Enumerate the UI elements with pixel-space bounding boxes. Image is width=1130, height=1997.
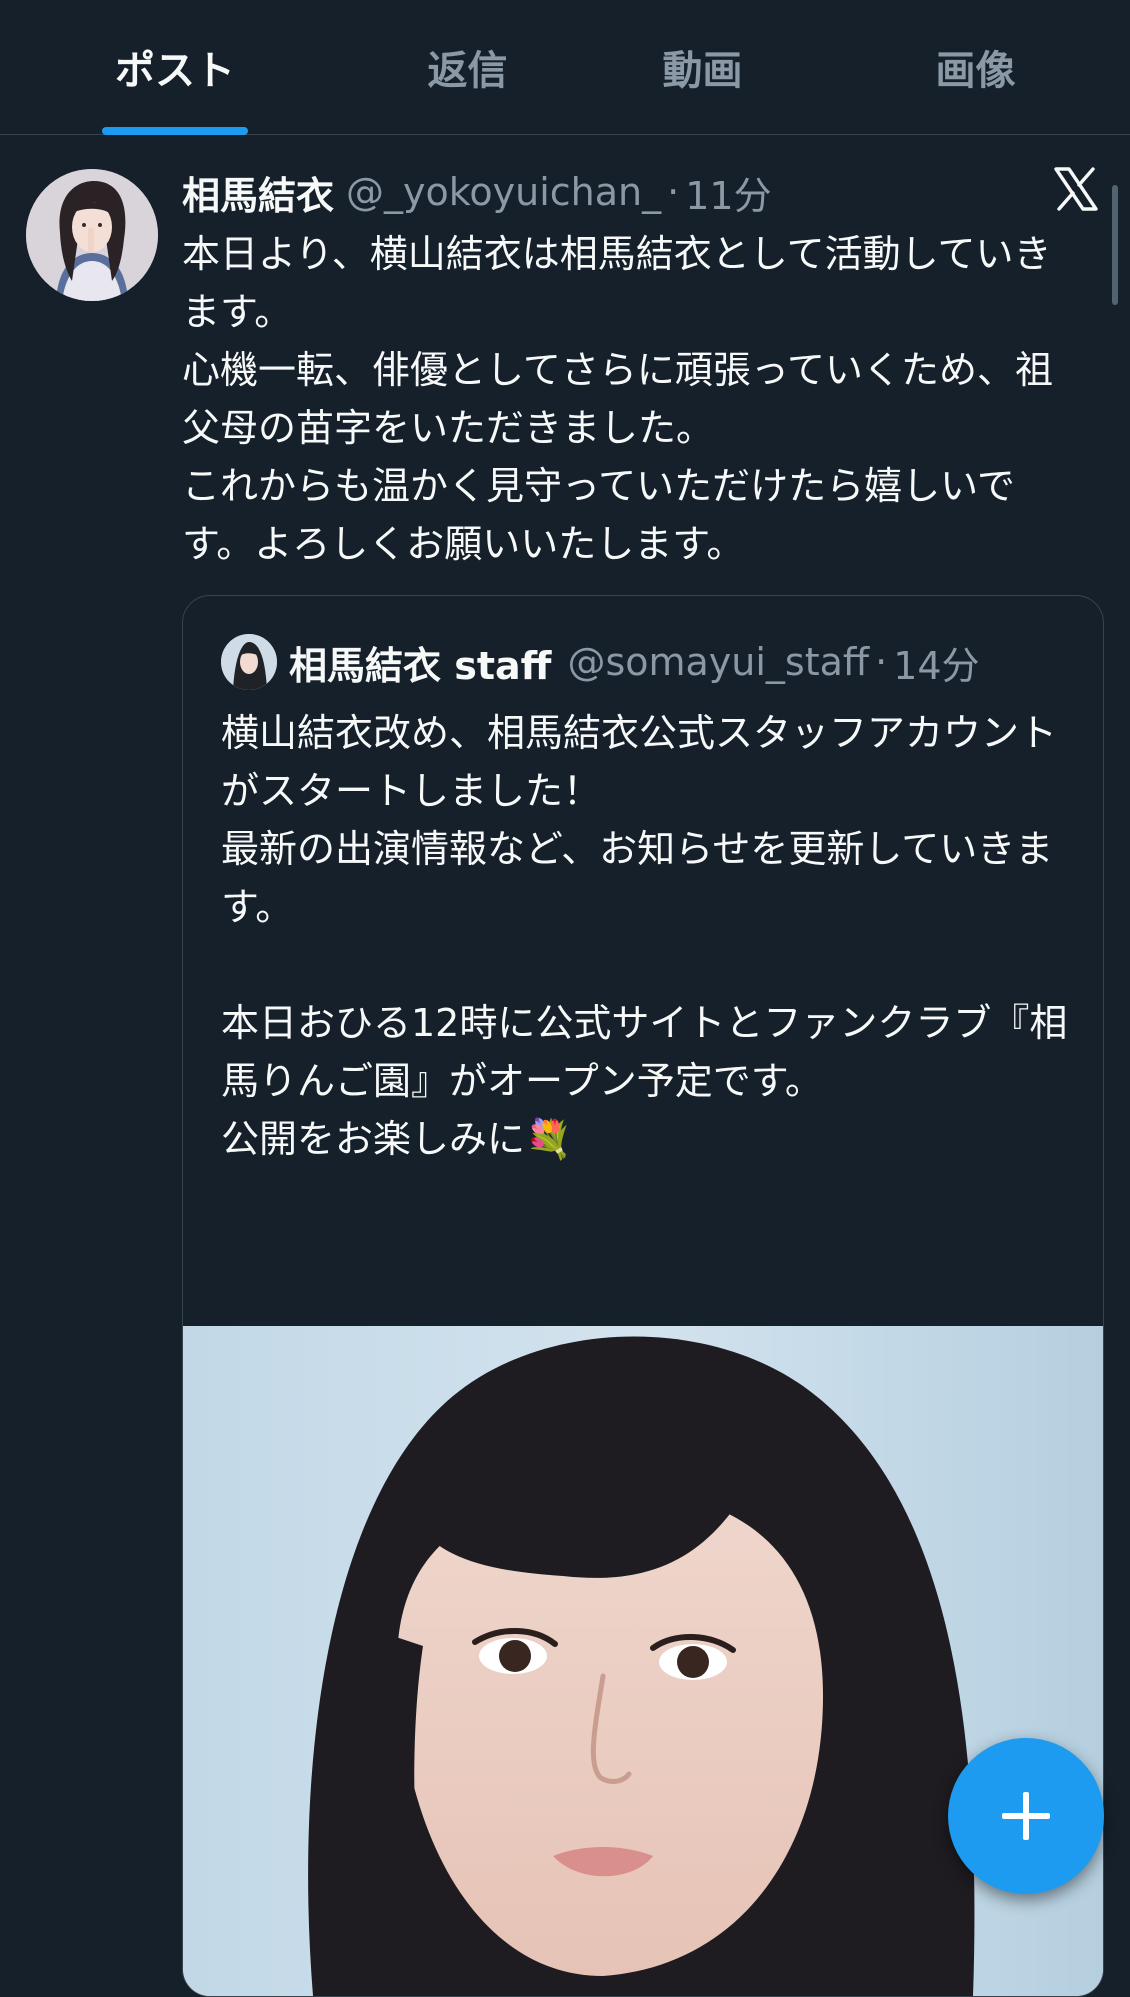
post[interactable]: 相馬結衣 @_yokoyuichan_ · 11分 本日より、横山結衣は相馬結衣… — [0, 135, 1130, 1997]
quoted-post-text: 横山結衣改め、相馬結衣公式スタッフアカウントがスタートしました！ 最新の出演情報… — [221, 711, 1068, 1161]
tab-videos[interactable]: 動画 — [595, 0, 810, 134]
tab-images-label: 画像 — [935, 48, 1016, 94]
portrait-photo — [183, 1326, 1103, 1996]
post-time[interactable]: 11分 — [685, 165, 771, 220]
profile-tab-bar: ポスト 返信 動画 画像 — [0, 0, 1130, 135]
quoted-post-image[interactable] — [183, 1326, 1103, 1996]
plus-icon — [1002, 1792, 1050, 1840]
quoted-separator-dot: · — [875, 640, 888, 684]
tab-posts-label: ポスト — [115, 48, 235, 94]
tab-replies-label: 返信 — [427, 48, 508, 94]
x-logo-icon — [1054, 167, 1098, 211]
tab-images[interactable]: 画像 — [868, 0, 1083, 134]
quoted-profile-photo — [221, 634, 277, 690]
compose-button[interactable] — [948, 1738, 1104, 1894]
quoted-post-time[interactable]: 14分 — [893, 635, 979, 690]
avatar[interactable] — [26, 169, 158, 301]
profile-photo — [26, 169, 158, 301]
post-text: 本日より、横山結衣は相馬結衣として活動していきます。 心機一転、俳優としてさらに… — [182, 232, 1053, 566]
quoted-avatar[interactable] — [221, 634, 277, 690]
tab-posts[interactable]: ポスト — [60, 0, 290, 135]
user-handle[interactable]: @_yokoyuichan_ — [346, 170, 661, 214]
active-tab-indicator — [102, 127, 248, 135]
quoted-user-handle[interactable]: @somayui_staff — [567, 640, 869, 684]
display-name[interactable]: 相馬結衣 — [182, 165, 334, 220]
post-header: 相馬結衣 @_yokoyuichan_ · 11分 — [182, 163, 772, 221]
quoted-display-name[interactable]: 相馬結衣 staff — [289, 635, 551, 690]
tab-replies[interactable]: 返信 — [360, 0, 575, 134]
quoted-post-header: 相馬結衣 staff @somayui_staff · 14分 — [289, 632, 980, 692]
tab-videos-label: 動画 — [662, 48, 743, 94]
scroll-indicator[interactable] — [1112, 185, 1118, 305]
separator-dot: · — [667, 170, 680, 214]
